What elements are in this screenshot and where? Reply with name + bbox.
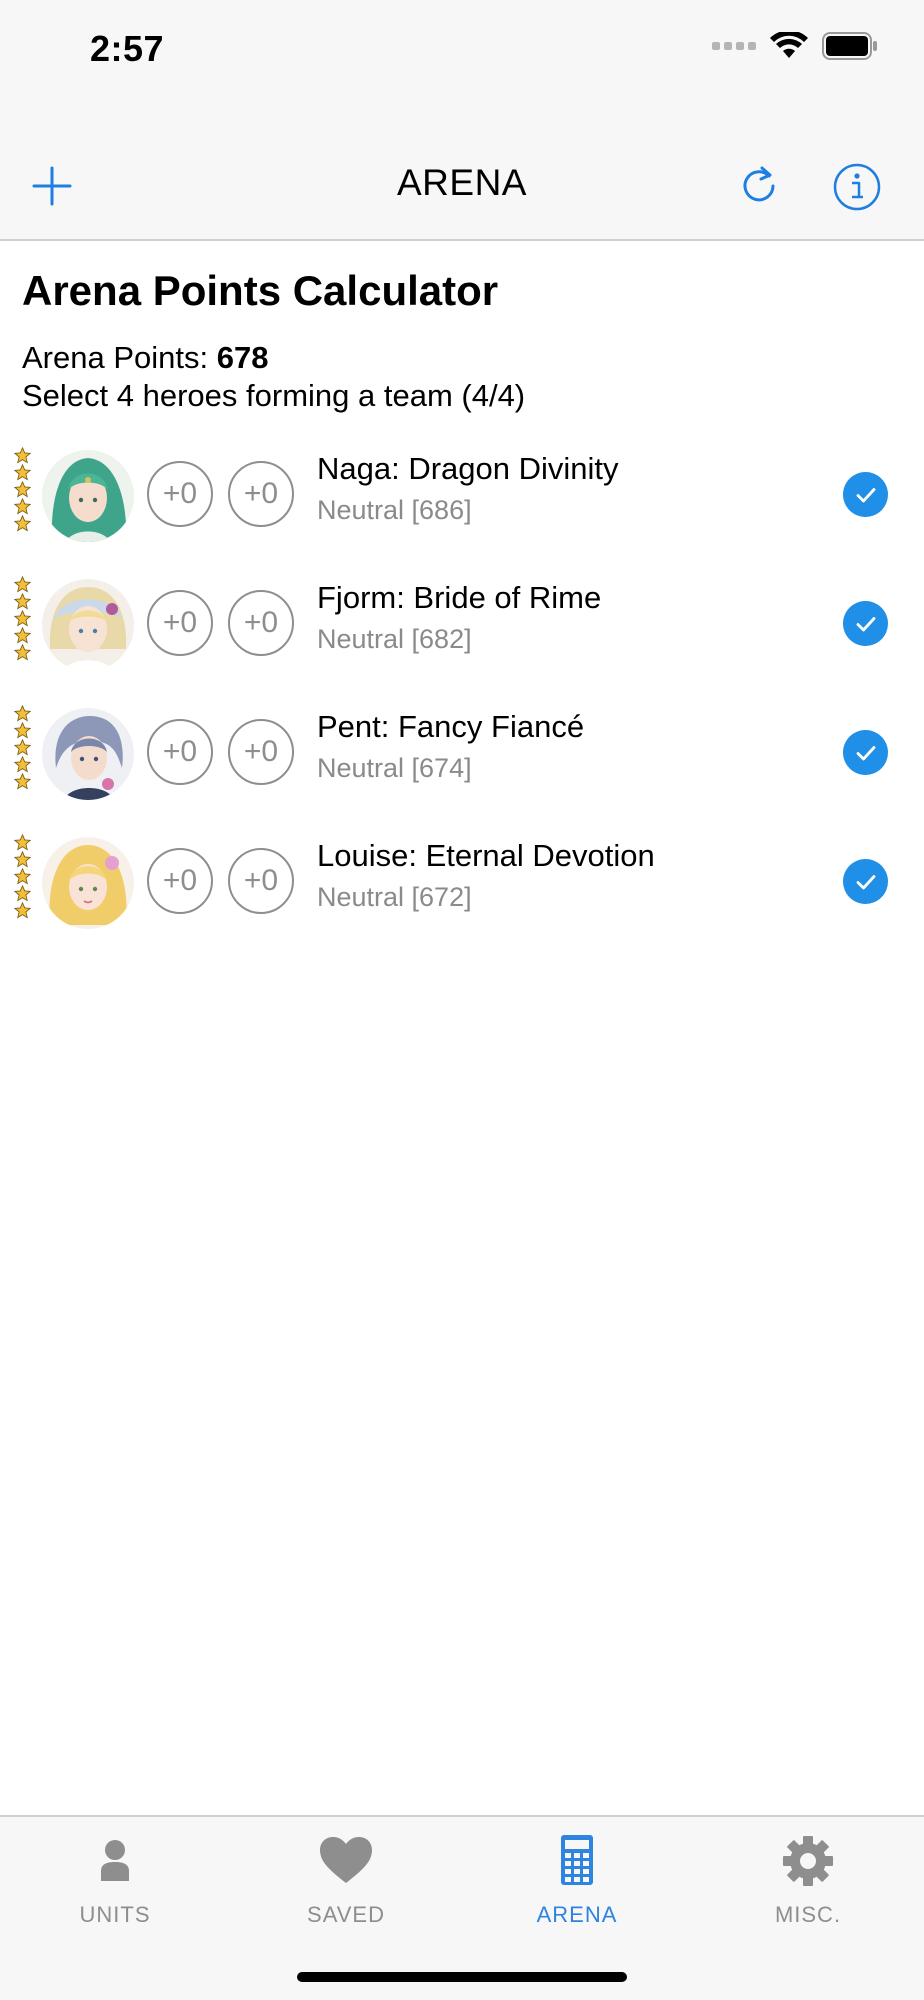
tab-label: MISC.: [774, 1902, 842, 1927]
tab-label: UNITS: [79, 1902, 151, 1927]
hero-name: Pent: Fancy Fiancé: [317, 709, 585, 744]
rarity-stars: [14, 705, 34, 790]
merge-button[interactable]: +0: [147, 590, 213, 656]
navigation-bar: ARENA: [0, 110, 924, 241]
star-icon: [14, 851, 31, 868]
tab-misc[interactable]: MISC.: [728, 1833, 888, 1928]
hero-score: Neutral [674]: [317, 753, 472, 783]
dragonflower-button[interactable]: +0: [228, 719, 294, 785]
wifi-icon: [770, 32, 808, 58]
tab-label: SAVED: [307, 1902, 385, 1927]
star-icon: [14, 515, 31, 532]
rarity-stars: [14, 576, 34, 661]
refresh-icon[interactable]: [736, 162, 782, 208]
star-icon: [14, 705, 31, 722]
merge-button[interactable]: +0: [147, 848, 213, 914]
hero-name: Naga: Dragon Divinity: [317, 451, 619, 486]
arena-points-value: 678: [216, 340, 269, 375]
rarity-stars: [14, 834, 34, 919]
selected-checkmark-icon[interactable]: [843, 859, 888, 904]
tab-arena[interactable]: ARENA: [497, 1833, 657, 1928]
hero-portrait: [42, 579, 134, 671]
star-icon: [14, 498, 31, 515]
hero-score: Neutral [682]: [317, 624, 472, 654]
merge-button[interactable]: +0: [147, 461, 213, 527]
star-icon: [14, 773, 31, 790]
page-title: Arena Points Calculator: [22, 267, 499, 314]
arena-points: Arena Points: 678: [22, 340, 268, 376]
star-icon: [14, 834, 31, 851]
star-icon: [14, 627, 31, 644]
hero-row[interactable]: +0 +0 Fjorm: Bride of Rime Neutral [682]: [0, 576, 924, 705]
hero-portrait: [42, 450, 134, 542]
status-time: 2:57: [90, 28, 165, 69]
hero-portrait: [42, 837, 134, 929]
selected-checkmark-icon[interactable]: [843, 730, 888, 775]
star-icon: [14, 576, 31, 593]
gear-icon: [783, 1836, 833, 1886]
info-icon[interactable]: [832, 162, 882, 212]
selected-checkmark-icon[interactable]: [843, 601, 888, 646]
star-icon: [14, 868, 31, 885]
hero-row[interactable]: +0 +0 Naga: Dragon Divinity Neutral [686…: [0, 447, 924, 576]
tab-units[interactable]: UNITS: [35, 1833, 195, 1928]
star-icon: [14, 885, 31, 902]
rarity-stars: [14, 447, 34, 532]
hero-row[interactable]: +0 +0 Pent: Fancy Fiancé Neutral [674]: [0, 705, 924, 834]
hero-row[interactable]: +0 +0 Louise: Eternal Devotion Neutral […: [0, 834, 924, 963]
selected-checkmark-icon[interactable]: [843, 472, 888, 517]
star-icon: [14, 447, 31, 464]
dragonflower-button[interactable]: +0: [228, 461, 294, 527]
hero-name: Louise: Eternal Devotion: [317, 838, 655, 873]
person-icon: [101, 1840, 129, 1881]
star-icon: [14, 722, 31, 739]
status-bar: 2:57: [0, 0, 924, 110]
star-icon: [14, 610, 31, 627]
hero-score: Neutral [686]: [317, 495, 472, 525]
heart-icon: [320, 1837, 372, 1883]
merge-button[interactable]: +0: [147, 719, 213, 785]
cellular-signal-icon: [712, 42, 756, 50]
star-icon: [14, 481, 31, 498]
status-indicators: [712, 32, 878, 60]
star-icon: [14, 756, 31, 773]
calculator-icon: [561, 1835, 593, 1885]
hero-score: Neutral [672]: [317, 882, 472, 912]
star-icon: [14, 739, 31, 756]
star-icon: [14, 464, 31, 481]
hero-portrait: [42, 708, 134, 800]
dragonflower-button[interactable]: +0: [228, 848, 294, 914]
hero-name: Fjorm: Bride of Rime: [317, 580, 602, 615]
dragonflower-button[interactable]: +0: [228, 590, 294, 656]
nav-title: ARENA: [397, 162, 527, 203]
star-icon: [14, 644, 31, 661]
home-indicator[interactable]: [297, 1972, 627, 1982]
team-instructions: Select 4 heroes forming a team (4/4): [22, 378, 526, 413]
arena-points-label: Arena Points:: [22, 340, 217, 375]
battery-icon: [822, 32, 877, 60]
tab-label: ARENA: [536, 1902, 618, 1927]
star-icon: [14, 593, 31, 610]
tab-saved[interactable]: SAVED: [266, 1833, 426, 1928]
star-icon: [14, 902, 31, 919]
